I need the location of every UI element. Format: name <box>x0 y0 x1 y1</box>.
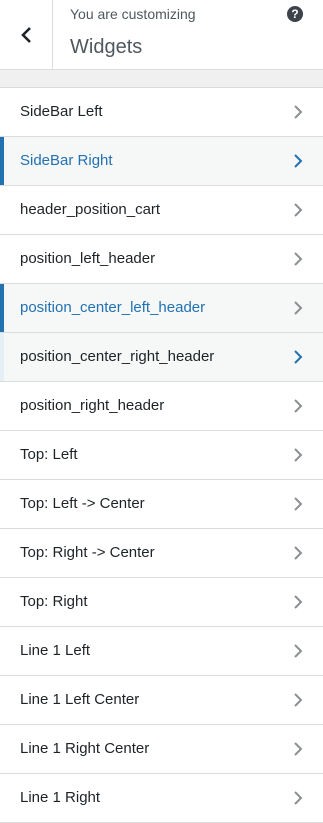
chevron-right-icon <box>294 105 303 119</box>
widget-area-item[interactable]: Line 1 Right Center <box>0 725 323 774</box>
chevron-right-icon <box>294 399 303 413</box>
widget-area-label: position_left_header <box>20 250 156 267</box>
widget-area-item[interactable]: Line 1 Left Center <box>0 676 323 725</box>
widget-area-label: position_right_header <box>20 397 165 414</box>
chevron-right-icon <box>294 693 303 707</box>
widget-area-label: SideBar Right <box>20 152 113 169</box>
chevron-right-icon <box>294 203 303 217</box>
chevron-right-icon <box>294 350 303 364</box>
widget-area-item[interactable]: Top: Right <box>0 578 323 627</box>
widget-area-label: position_center_left_header <box>20 299 206 316</box>
widget-area-label: Top: Left -> Center <box>20 495 145 512</box>
widget-area-label: Top: Left <box>20 446 78 463</box>
widget-area-item-active[interactable]: SideBar Right <box>0 137 323 186</box>
widget-area-label: SideBar Left <box>20 103 103 120</box>
widget-area-label: Top: Right -> Center <box>20 544 155 561</box>
chevron-left-icon <box>21 26 31 43</box>
widget-area-label: Top: Right <box>20 593 88 610</box>
chevron-right-icon <box>294 252 303 266</box>
section-divider <box>0 70 323 87</box>
help-icon[interactable]: ? <box>287 6 303 22</box>
chevron-right-icon <box>294 791 303 805</box>
widget-area-item[interactable]: position_left_header <box>0 235 323 284</box>
widget-area-item[interactable]: Top: Right -> Center <box>0 529 323 578</box>
chevron-right-icon <box>294 546 303 560</box>
widget-area-item[interactable]: Line 1 Right <box>0 774 323 823</box>
back-button[interactable] <box>0 0 53 69</box>
chevron-right-icon <box>294 644 303 658</box>
customizer-header: You are customizing Widgets ? <box>0 0 323 70</box>
widget-area-item[interactable]: Top: Left -> Center <box>0 480 323 529</box>
widget-area-item[interactable]: position_right_header <box>0 382 323 431</box>
widget-area-item[interactable]: header_position_cart <box>0 186 323 235</box>
widget-area-item[interactable]: Top: Left <box>0 431 323 480</box>
widget-area-label: position_center_right_header <box>20 348 215 365</box>
header-titles: You are customizing Widgets <box>70 5 196 61</box>
widget-area-label: Line 1 Right Center <box>20 740 150 757</box>
widget-areas-list: SideBar Left SideBar Right header_positi… <box>0 87 323 823</box>
widget-area-label: header_position_cart <box>20 201 161 218</box>
widget-area-label: Line 1 Right <box>20 789 101 806</box>
widget-area-item[interactable]: Line 1 Left <box>0 627 323 676</box>
widget-area-label: Line 1 Left Center <box>20 691 140 708</box>
chevron-right-icon <box>294 595 303 609</box>
panel-title: Widgets <box>70 36 143 58</box>
chevron-right-icon <box>294 154 303 168</box>
chevron-right-icon <box>294 301 303 315</box>
widget-area-item-hovered[interactable]: position_center_right_header <box>0 333 323 382</box>
widget-area-item[interactable]: SideBar Left <box>0 88 323 137</box>
customizing-label: You are customizing <box>70 6 196 22</box>
chevron-right-icon <box>294 448 303 462</box>
widget-area-item-active[interactable]: position_center_left_header <box>0 284 323 333</box>
widget-area-label: Line 1 Left <box>20 642 91 659</box>
chevron-right-icon <box>294 497 303 511</box>
chevron-right-icon <box>294 742 303 756</box>
